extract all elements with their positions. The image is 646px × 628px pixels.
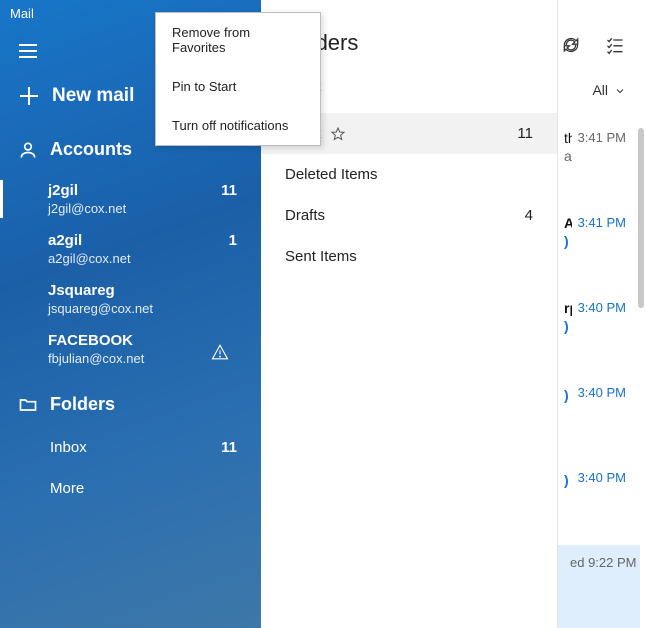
context-menu-item[interactable]: Remove from Favorites bbox=[156, 13, 320, 67]
message-row[interactable]: rp ) na 3:40 PM bbox=[558, 290, 640, 375]
accounts-label: Accounts bbox=[50, 139, 132, 160]
folder-panel-label: Drafts bbox=[285, 207, 325, 224]
folder-label: Inbox bbox=[50, 439, 87, 456]
message-time: ed 9:22 PM bbox=[570, 555, 637, 570]
message-row[interactable]: A ) On 3:41 PM bbox=[558, 205, 640, 290]
message-preview-fragment: ) e - bbox=[564, 472, 572, 488]
message-time: 3:41 PM bbox=[578, 215, 626, 230]
sync-icon[interactable] bbox=[560, 34, 582, 56]
account-item[interactable]: FACEBOOK fbjulian@cox.net bbox=[0, 324, 261, 374]
message-time: 3:41 PM bbox=[578, 130, 626, 145]
account-item[interactable]: a2gil 1 a2gil@cox.net bbox=[0, 224, 261, 274]
message-preview-fragment: ) On bbox=[564, 233, 572, 249]
account-name: FACEBOOK bbox=[48, 332, 133, 349]
folder-panel-item[interactable]: Sent Items bbox=[261, 236, 557, 277]
new-mail-label: New mail bbox=[52, 85, 134, 107]
scrollbar-thumb[interactable] bbox=[638, 128, 644, 308]
message-row[interactable]: ) - | 3:40 PM bbox=[558, 375, 640, 460]
folders-label: Folders bbox=[50, 394, 115, 415]
warning-icon bbox=[211, 343, 229, 366]
folder-panel-item[interactable]: Deleted Items bbox=[261, 154, 557, 195]
message-subject-fragment: th bbox=[564, 130, 572, 146]
chevron-down-icon bbox=[614, 84, 626, 96]
folder-icon bbox=[18, 395, 38, 415]
folder-count: 11 bbox=[221, 439, 237, 456]
message-row[interactable]: ed 9:22 PM bbox=[558, 545, 640, 628]
account-unread-count: 11 bbox=[221, 182, 237, 199]
account-item[interactable]: j2gil 11 j2gil@cox.net bbox=[0, 174, 261, 224]
folder-panel-count: 4 bbox=[525, 207, 533, 224]
sidebar-folder-list: Inbox 11 More bbox=[0, 423, 261, 509]
select-mode-icon[interactable] bbox=[604, 34, 626, 56]
message-preview-fragment: a bbox=[564, 148, 572, 164]
context-menu-item[interactable]: Pin to Start bbox=[156, 67, 320, 106]
message-preview-fragment: ) na bbox=[564, 318, 572, 334]
folder-panel-label: Sent Items bbox=[285, 248, 357, 265]
folder-panel-label: Deleted Items bbox=[285, 166, 378, 183]
account-email: fbjulian@cox.net bbox=[48, 351, 237, 366]
message-row[interactable]: th a 3:41 PM bbox=[558, 120, 640, 205]
message-time: 3:40 PM bbox=[578, 385, 626, 400]
plus-icon bbox=[20, 87, 38, 105]
message-subject-fragment: A bbox=[564, 215, 572, 231]
context-menu: Remove from FavoritesPin to StartTurn of… bbox=[155, 12, 321, 146]
sidebar-folder-item[interactable]: More bbox=[0, 468, 261, 509]
account-name: j2gil bbox=[48, 182, 78, 199]
account-email: j2gil@cox.net bbox=[48, 201, 237, 216]
folder-panel-count: 11 bbox=[517, 125, 533, 142]
folder-label: More bbox=[50, 480, 84, 497]
context-menu-item[interactable]: Turn off notifications bbox=[156, 106, 320, 145]
message-row[interactable]: ) e - 3:40 PM bbox=[558, 460, 640, 545]
message-time: 3:40 PM bbox=[578, 300, 626, 315]
person-icon bbox=[18, 140, 38, 160]
folder-panel-item[interactable]: Drafts 4 bbox=[261, 195, 557, 236]
filter-dropdown[interactable]: All bbox=[592, 82, 626, 98]
account-email: jsquareg@cox.net bbox=[48, 301, 237, 316]
sidebar-folder-item[interactable]: Inbox 11 bbox=[0, 427, 261, 468]
account-name: Jsquareg bbox=[48, 282, 115, 299]
message-time: 3:40 PM bbox=[578, 470, 626, 485]
account-unread-count: 1 bbox=[229, 232, 237, 249]
account-email: a2gil@cox.net bbox=[48, 251, 237, 266]
star-icon[interactable] bbox=[322, 125, 346, 142]
message-list-panel: All th a 3:41 PM A ) On 3:41 PM rp ) na 3:40 PM)… bbox=[558, 0, 646, 628]
account-name: a2gil bbox=[48, 232, 82, 249]
filter-label: All bbox=[592, 82, 608, 98]
message-subject-fragment: rp bbox=[564, 300, 572, 316]
accounts-list: j2gil 11 j2gil@cox.net a2gil 1 a2gil@cox.net J… bbox=[0, 168, 261, 384]
folders-header: Folders bbox=[0, 384, 261, 423]
account-item[interactable]: Jsquareg jsquareg@cox.net bbox=[0, 274, 261, 324]
message-preview-fragment: ) - | bbox=[564, 387, 572, 403]
hamburger-icon[interactable] bbox=[8, 31, 48, 71]
